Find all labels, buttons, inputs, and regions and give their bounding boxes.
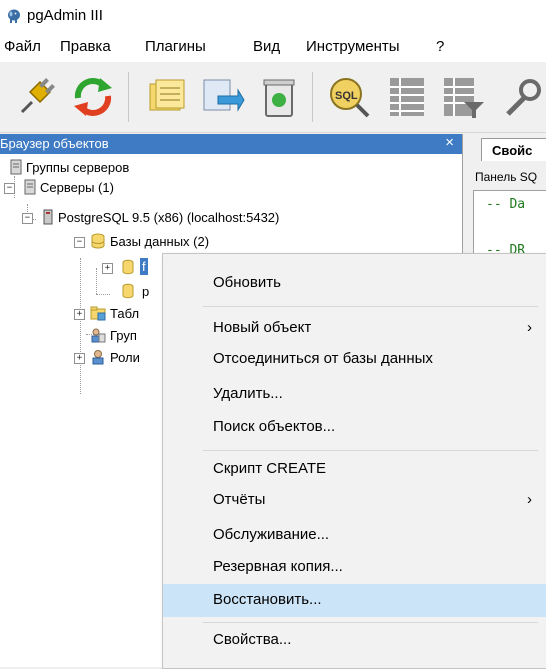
menu-view[interactable]: Вид: [253, 38, 280, 55]
tree-label: Табл: [110, 306, 140, 321]
tree-item-server-groups[interactable]: Группы серверов: [0, 158, 200, 178]
connect-icon[interactable]: [12, 74, 58, 120]
menu-item-label: Обслуживание...: [213, 526, 330, 543]
tree-label: PostgreSQL 9.5 (x86) (localhost:5432): [58, 210, 280, 225]
expand-icon[interactable]: +: [74, 309, 85, 320]
tree-item-postgres-server[interactable]: − PostgreSQL 9.5 (x86) (localhost:5432): [0, 208, 420, 228]
tree-label: Груп: [110, 328, 137, 343]
elephant-icon: [8, 9, 20, 23]
collapse-icon[interactable]: −: [74, 237, 85, 248]
panel-title: Браузер объектов: [0, 136, 109, 151]
servers-icon: [24, 179, 36, 195]
refresh-icon[interactable]: [70, 74, 116, 120]
filtered-data-icon[interactable]: [440, 74, 486, 120]
window-title: pgAdmin III: [27, 7, 103, 24]
context-menu: Обновить Новый объект › Отсоединиться от…: [162, 253, 546, 669]
menu-item-backup[interactable]: Резервная копия...: [163, 552, 546, 583]
menu-tools[interactable]: Инструменты: [306, 38, 400, 55]
menu-item-label: Обновить: [213, 274, 281, 291]
menu-bar: Файл Правка Плагины Вид Инструменты ?: [0, 32, 546, 62]
menu-item-reports[interactable]: Отчёты ›: [163, 485, 546, 516]
menu-item-label: Удалить...: [213, 385, 283, 402]
view-data-icon[interactable]: [384, 74, 430, 120]
menu-item-label: Новый объект: [213, 319, 312, 336]
menu-item-disconnect[interactable]: Отсоединиться от базы данных: [163, 344, 546, 375]
menu-item-label: Скрипт CREATE: [213, 460, 327, 477]
tab-label: Свойс: [492, 143, 533, 158]
menu-edit[interactable]: Правка: [60, 38, 111, 55]
menu-item-label: Резервная копия...: [213, 558, 343, 575]
collapse-icon[interactable]: −: [4, 183, 15, 194]
menu-item-restore[interactable]: Восстановить...: [163, 584, 546, 617]
menu-item-delete[interactable]: Удалить...: [163, 379, 546, 410]
chevron-right-icon: ›: [527, 319, 532, 336]
toolbar-separator: [312, 72, 313, 122]
menu-separator: [203, 306, 538, 307]
tree-item-servers[interactable]: − Серверы (1): [0, 178, 200, 198]
menu-item-label: Свойства...: [213, 631, 292, 648]
maintenance-icon[interactable]: [498, 74, 544, 120]
menu-item-maintenance[interactable]: Обслуживание...: [163, 520, 546, 551]
tree-label: Роли: [110, 350, 140, 365]
tree-label: Группы серверов: [26, 160, 130, 175]
create-icon[interactable]: [200, 74, 246, 120]
menu-item-refresh[interactable]: Обновить: [163, 268, 546, 299]
svg-text:SQL: SQL: [335, 90, 358, 102]
login-roles-icon: [92, 350, 104, 365]
menu-item-label: Отсоединиться от базы данных: [213, 350, 433, 367]
properties-icon[interactable]: [144, 74, 190, 120]
tree-label: Серверы (1): [40, 180, 114, 195]
menu-item-create-script[interactable]: Скрипт CREATE: [163, 454, 546, 485]
title-bar: pgAdmin III: [0, 0, 546, 32]
menu-item-properties[interactable]: Свойства...: [163, 625, 546, 656]
close-icon[interactable]: ×: [445, 134, 454, 151]
group-roles-icon: [91, 328, 106, 343]
database-icon: [122, 283, 134, 299]
chevron-right-icon: ›: [527, 491, 532, 508]
menu-file[interactable]: Файл: [4, 38, 41, 55]
tablespaces-icon: [90, 306, 106, 321]
menu-separator: [203, 450, 538, 451]
menu-separator: [203, 622, 538, 623]
tree-label: Базы данных (2): [110, 234, 210, 249]
sql-icon[interactable]: SQL: [326, 74, 372, 120]
menu-item-label: Поиск объектов...: [213, 418, 336, 435]
collapse-icon[interactable]: −: [22, 213, 33, 224]
expand-icon[interactable]: +: [102, 263, 113, 274]
tab-properties[interactable]: Свойс: [481, 138, 546, 161]
sql-line: -- Da: [486, 197, 526, 212]
tree-label: f: [140, 258, 148, 275]
menu-item-label: Восстановить...: [213, 591, 322, 608]
server-icon: [43, 209, 53, 225]
delete-icon[interactable]: [256, 74, 302, 120]
server-group-icon: [10, 159, 22, 175]
menu-help[interactable]: ?: [436, 38, 444, 55]
tree-item-databases[interactable]: − Базы данных (2): [0, 232, 260, 252]
sql-panel-label: Панель SQ: [475, 170, 538, 184]
databases-icon: [91, 233, 105, 249]
toolbar: SQL: [0, 62, 546, 133]
expand-icon[interactable]: +: [74, 353, 85, 364]
tree-label: p: [142, 284, 150, 299]
panel-header: Браузер объектов ×: [0, 134, 462, 154]
database-icon: [122, 259, 134, 275]
menu-item-search-objects[interactable]: Поиск объектов...: [163, 412, 546, 443]
toolbar-separator: [128, 72, 129, 122]
menu-item-new-object[interactable]: Новый объект ›: [163, 313, 546, 344]
menu-item-label: Отчёты: [213, 491, 266, 508]
menu-plugins[interactable]: Плагины: [145, 38, 206, 55]
